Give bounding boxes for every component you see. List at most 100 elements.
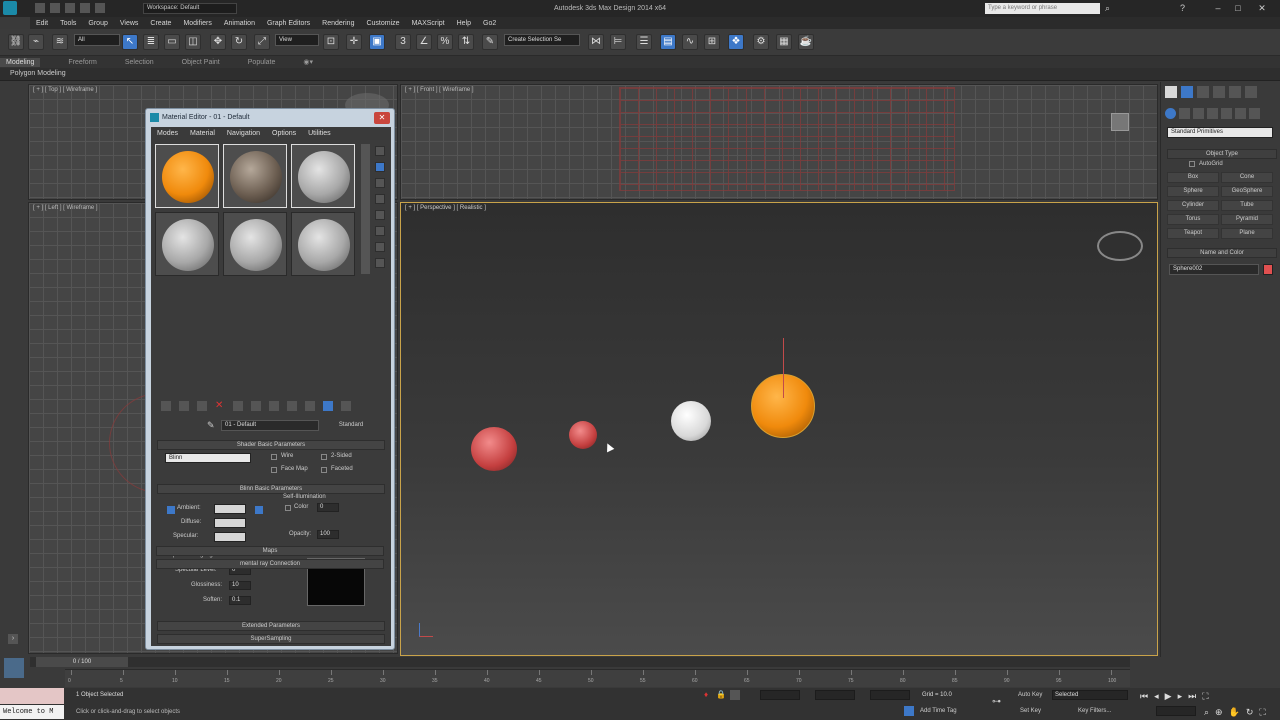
save-file-icon[interactable] [65,3,75,13]
viewport-label[interactable]: [ + ] [ Perspective ] [ Realistic ] [405,205,486,211]
new-file-icon[interactable] [35,3,45,13]
helpers-icon[interactable] [1221,108,1232,119]
tab-selection[interactable]: Selection [125,59,154,66]
tab-freeform[interactable]: Freeform [68,59,96,66]
angle-snap-icon[interactable]: ∠ [416,34,432,50]
schematic-view-icon[interactable]: ⊞ [704,34,720,50]
self-illum-color-spinner[interactable]: 0 [317,503,339,512]
rendered-frame-window-icon[interactable]: ▦ [776,34,792,50]
pyramid-button[interactable]: Pyramid [1221,214,1273,225]
soften-spinner[interactable]: 0.1 [229,596,251,605]
put-to-scene-icon[interactable] [179,401,189,411]
menu-material[interactable]: Material [190,130,215,137]
render-production-icon[interactable]: ☕ [798,34,814,50]
bind-space-warp-icon[interactable]: ≋ [52,34,68,50]
move-icon[interactable]: ✥ [210,34,226,50]
layer-manager-icon[interactable]: ☰ [636,34,652,50]
create-tab-icon[interactable] [1165,86,1177,98]
color-checkbox[interactable] [285,505,291,511]
material-slot[interactable] [155,144,219,208]
motion-tab-icon[interactable] [1213,86,1225,98]
menu-options[interactable]: Options [272,130,296,137]
unlink-icon[interactable]: ⌁ [28,34,44,50]
menu-modes[interactable]: Modes [157,130,178,137]
workspace-dropdown[interactable]: Workspace: Default [143,3,237,14]
assign-to-selection-icon[interactable] [197,401,207,411]
selection-region-icon[interactable]: ▭ [164,34,180,50]
space-warps-icon[interactable] [1235,108,1246,119]
close-icon[interactable]: ✕ [374,112,390,124]
maximize-viewport-icon[interactable]: ⛶ [1259,706,1265,718]
menu-navigation[interactable]: Navigation [227,130,260,137]
sphere-button[interactable]: Sphere [1167,186,1219,197]
red-sphere-large[interactable] [471,427,517,471]
wire-checkbox[interactable] [271,454,277,460]
reset-map-icon[interactable]: ✕ [215,401,225,411]
add-time-tag-label[interactable]: Add Time Tag [920,708,957,714]
tube-button[interactable]: Tube [1221,200,1273,211]
object-name-input[interactable]: Sphere002 [1169,264,1259,275]
selection-filter-dropdown[interactable]: All [74,34,120,46]
background-icon[interactable] [375,178,385,188]
glossiness-spinner[interactable]: 10 [229,581,251,590]
viewport-label[interactable]: [ + ] [ Front ] [ Wireframe ] [405,87,474,93]
utilities-tab-icon[interactable] [1245,86,1257,98]
x-coordinate-field[interactable] [760,690,800,700]
select-by-name-icon[interactable]: ≣ [143,34,159,50]
material-slot[interactable] [291,144,355,208]
material-slot[interactable] [291,212,355,276]
select-and-manipulate-icon[interactable]: ✛ [346,34,362,50]
sample-uv-tiling-icon[interactable] [375,194,385,204]
tab-object-paint[interactable]: Object Paint [182,59,220,66]
material-slot[interactable] [223,144,287,208]
percent-snap-icon[interactable]: % [437,34,453,50]
edit-named-selection-icon[interactable]: ✎ [482,34,498,50]
close-icon[interactable]: ✕ [1252,2,1272,14]
scale-icon[interactable]: ⤢ [254,34,270,50]
time-slider[interactable]: 0 / 100 [30,657,1130,667]
spinner-snap-icon[interactable]: ⇅ [458,34,474,50]
geometry-icon[interactable] [1165,108,1176,119]
cylinder-button[interactable]: Cylinder [1167,200,1219,211]
set-key-button[interactable]: Set Key [1020,708,1041,714]
set-key-icon[interactable]: ⊶ [992,696,1008,706]
menu-item[interactable]: Create [150,20,171,27]
shader-basic-parameters-rollout[interactable]: Shader Basic Parameters [157,440,385,450]
get-material-icon[interactable] [161,401,171,411]
geosphere-button[interactable]: GeoSphere [1221,186,1273,197]
current-frame-field[interactable] [1156,706,1196,716]
help-icon[interactable]: ? [1180,3,1190,13]
time-slider-thumb[interactable]: 0 / 100 [36,657,128,667]
mental-ray-connection-rollout[interactable]: mental ray Connection [156,559,384,569]
put-to-library-icon[interactable] [251,401,261,411]
viewcube-icon[interactable] [1097,231,1143,261]
material-name-dropdown[interactable]: 01 - Default [221,420,319,431]
play-icon[interactable]: ▶ [1165,690,1172,702]
menu-utilities[interactable]: Utilities [308,130,331,137]
viewport-label[interactable]: [ + ] [ Left ] [ Wireframe ] [33,205,98,211]
sample-type-icon[interactable] [375,146,385,156]
maxscript-input[interactable]: Welcome to M [0,705,64,719]
shapes-icon[interactable] [1179,108,1190,119]
menu-item[interactable]: Tools [60,20,76,27]
show-end-result-icon[interactable] [305,401,315,411]
selection-lock-icon[interactable]: 🔒 [716,690,726,700]
menu-item[interactable]: MAXScript [412,20,445,27]
zoom-all-icon[interactable]: ⊕ [1215,706,1223,718]
viewport-label[interactable]: [ + ] [ Top ] [ Wireframe ] [33,87,97,93]
shader-dropdown[interactable]: Blinn [165,453,251,463]
box-button[interactable]: Box [1167,172,1219,183]
pivot-center-icon[interactable]: ⊡ [323,34,339,50]
menu-item[interactable]: Group [88,20,107,27]
menu-item[interactable]: Modifiers [183,20,211,27]
hierarchy-tab-icon[interactable] [1197,86,1209,98]
material-editor-icon[interactable]: ❖ [728,34,744,50]
link-icon[interactable]: ⛓ [8,34,24,50]
go-to-parent-icon[interactable] [323,401,333,411]
front-viewport[interactable]: [ + ] [ Front ] [ Wireframe ] [400,84,1158,200]
eyedropper-icon[interactable]: ✎ [207,420,219,430]
go-to-start-icon[interactable]: ⏮ [1140,690,1148,702]
key-mode-dropdown[interactable]: Selected [1052,690,1128,700]
key-filters-button[interactable]: Key Filters... [1078,708,1111,714]
show-shaded-material-icon[interactable] [287,401,297,411]
